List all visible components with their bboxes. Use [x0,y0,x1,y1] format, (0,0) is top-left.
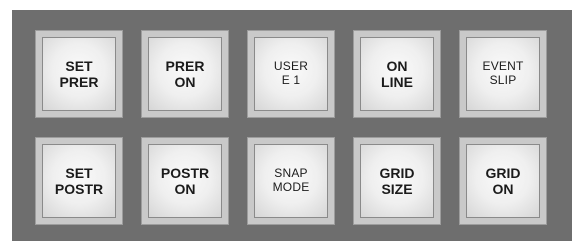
button-face: ON LINE [360,37,434,111]
button-label-line2: SLIP [489,73,517,87]
button-face: GRID SIZE [360,144,434,218]
button-face: SNAP MODE [254,144,328,218]
set-postr-button[interactable]: SET POSTR [35,137,123,225]
button-label-line2: SIZE [381,181,413,197]
button-label-line1: SET [65,57,93,74]
grid-on-button[interactable]: GRID ON [459,137,547,225]
button-label-line1: SET [65,164,93,181]
button-face: EVENT SLIP [466,37,540,111]
set-prer-button[interactable]: SET PRER [35,30,123,118]
button-face: SET POSTR [42,144,116,218]
button-face: POSTR ON [148,144,222,218]
button-label-line1: USER [273,59,309,74]
button-label-line2: PRER [59,74,99,90]
postr-on-button[interactable]: POSTR ON [141,137,229,225]
button-label-line1: POSTR [160,164,210,181]
grid-size-button[interactable]: GRID SIZE [353,137,441,225]
button-label-line1: GRID [485,164,521,181]
button-label-line1: PRER [165,57,205,74]
button-face: GRID ON [466,144,540,218]
button-label-line2: E 1 [281,73,301,87]
button-label-line2: LINE [381,74,413,90]
button-label-line2: MODE [272,180,310,194]
on-line-button[interactable]: ON LINE [353,30,441,118]
prer-on-button[interactable]: PRER ON [141,30,229,118]
button-label-line2: ON [174,181,196,197]
button-label-line1: ON [386,57,408,74]
button-face: SET PRER [42,37,116,111]
button-label-line1: GRID [379,164,415,181]
snap-mode-button[interactable]: SNAP MODE [247,137,335,225]
button-label-line2: POSTR [54,181,104,197]
button-label-line2: ON [174,74,196,90]
button-label-line1: EVENT [482,59,524,74]
event-slip-button[interactable]: EVENT SLIP [459,30,547,118]
button-label-line2: ON [492,181,514,197]
button-label-line1: SNAP [274,166,308,181]
button-face: USER E 1 [254,37,328,111]
button-face: PRER ON [148,37,222,111]
user-e1-button[interactable]: USER E 1 [247,30,335,118]
